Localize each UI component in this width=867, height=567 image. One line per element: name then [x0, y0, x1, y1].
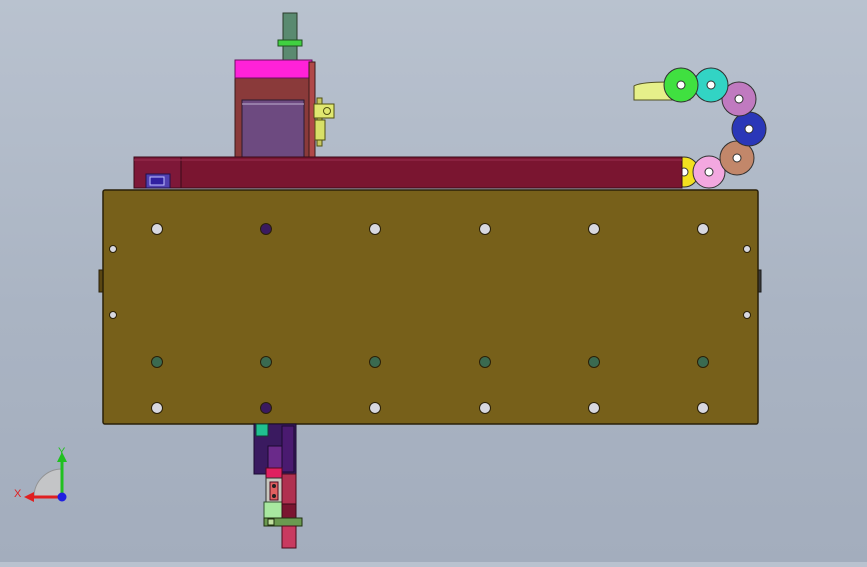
mounting-hole — [369, 402, 381, 414]
motor-block[interactable] — [234, 59, 316, 161]
mounting-hole — [260, 402, 272, 414]
cad-model-svg: Y X — [14, 12, 767, 549]
mounting-hole — [479, 402, 491, 414]
mounting-hole — [151, 223, 163, 235]
mounting-hole — [588, 402, 600, 414]
base-plate[interactable] — [98, 189, 762, 425]
coordinate-triad: Y X — [14, 446, 67, 502]
mounting-hole — [697, 402, 709, 414]
mounting-hole — [260, 223, 272, 235]
sensor-bracket[interactable] — [313, 97, 335, 147]
mounting-hole — [697, 356, 709, 368]
motor-window — [241, 99, 305, 159]
mounting-hole — [479, 223, 491, 235]
mounting-hole — [697, 223, 709, 235]
z-axis-dot — [57, 492, 67, 502]
edge-hole — [743, 311, 751, 319]
chain-link — [663, 67, 699, 103]
edge-hole — [109, 311, 117, 319]
mounting-hole — [369, 356, 381, 368]
edge-hole — [109, 245, 117, 253]
mounting-hole — [369, 223, 381, 235]
chain-link — [731, 111, 767, 147]
mounting-hole — [479, 356, 491, 368]
linear-rail[interactable] — [133, 156, 683, 189]
top-shaft[interactable] — [277, 12, 303, 62]
edge-hole — [743, 245, 751, 253]
cad-viewport[interactable]: Y X — [0, 0, 867, 562]
motor-cap — [234, 59, 313, 79]
mounting-hole — [588, 356, 600, 368]
chain-link — [693, 67, 729, 103]
mounting-hole — [260, 356, 272, 368]
y-axis-label: Y — [58, 446, 66, 458]
mounting-hole — [151, 356, 163, 368]
mounting-hole — [588, 223, 600, 235]
lower-actuator[interactable] — [253, 423, 303, 549]
mounting-hole — [151, 402, 163, 414]
x-axis-label: X — [14, 488, 22, 500]
